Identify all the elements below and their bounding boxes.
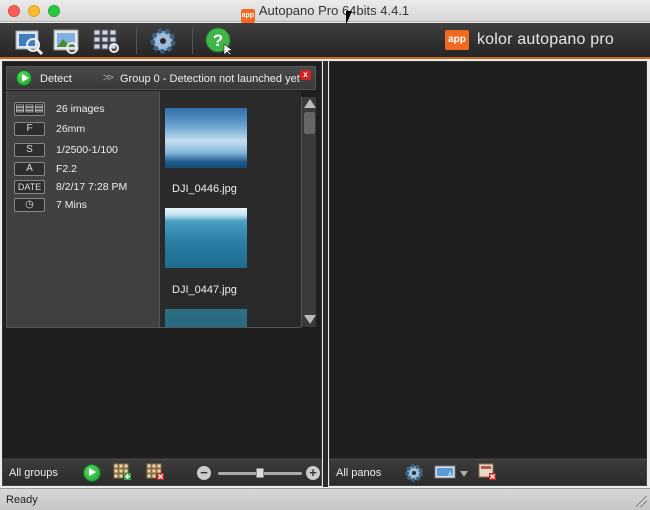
- shutter-value: 1/2500-1/100: [56, 144, 118, 156]
- date-key: DATE: [14, 180, 45, 194]
- thumbnail-image[interactable]: [165, 108, 247, 168]
- date-value: 8/2/17 7:28 PM: [56, 181, 128, 193]
- all-panos-label: All panos: [336, 467, 382, 479]
- settings-gear-icon: [150, 28, 176, 54]
- help-icon: ?: [205, 27, 233, 56]
- status-text: Ready: [6, 494, 38, 506]
- pano-settings-gear-icon[interactable]: [404, 463, 424, 483]
- panel-splitter[interactable]: [323, 61, 328, 487]
- shutter-key: S: [14, 143, 45, 157]
- import-image-icon: [53, 29, 79, 54]
- app-icon: app: [240, 9, 255, 23]
- svg-text:A: A: [448, 472, 452, 478]
- brand-logo: app: [444, 30, 469, 50]
- panos-bottom-bar: All panos A: [329, 459, 647, 486]
- thumbnail-filename: DJI_0446.jpg: [172, 183, 237, 195]
- groups-bottom-bar: All groups − +: [2, 459, 322, 486]
- detection-grid-icon: [93, 29, 119, 53]
- render-pano-icon[interactable]: A: [434, 465, 458, 481]
- title-bar: app Autopano Pro 64bits 4.4.1: [0, 0, 650, 23]
- scroll-thumb[interactable]: [304, 112, 315, 134]
- clock-icon: ◷: [14, 198, 45, 212]
- thumbnail-image[interactable]: [165, 208, 247, 268]
- toolbar-separator: [192, 28, 193, 54]
- window-title: Autopano Pro 64bits 4.4.1: [258, 3, 410, 18]
- import-image-button[interactable]: [52, 26, 82, 56]
- status-bar: Ready: [0, 488, 650, 510]
- info-row-shutter: S 1/2500-1/100: [14, 142, 118, 158]
- all-groups-label: All groups: [9, 467, 58, 479]
- zoom-slider-handle[interactable]: [256, 468, 264, 478]
- zoom-in-button[interactable]: +: [306, 466, 320, 480]
- select-images-icon: [15, 30, 44, 56]
- help-button[interactable]: ?: [204, 26, 234, 56]
- thumbnails-scrollbar[interactable]: [301, 97, 316, 327]
- settings-button[interactable]: [148, 26, 178, 56]
- toolbar-separator: [136, 28, 137, 54]
- select-images-button[interactable]: [14, 26, 44, 56]
- main-toolbar: ? app kolor autopano pro: [0, 23, 650, 59]
- focal-value: 26mm: [56, 123, 86, 135]
- info-row-images: ▤▤▤ 26 images: [14, 101, 104, 117]
- detection-grid-button[interactable]: [92, 26, 122, 56]
- info-row-aperture: A F2.2: [14, 161, 77, 177]
- duration-value: 7 Mins: [56, 199, 87, 211]
- focal-key: F: [14, 122, 45, 136]
- group-title: Group 0 - Detection not launched yet: [120, 73, 300, 85]
- info-row-date: DATE 8/2/17 7:28 PM: [14, 179, 127, 195]
- detect-label[interactable]: Detect: [40, 73, 72, 85]
- info-row-focal: F 26mm: [14, 121, 85, 137]
- images-count: 26 images: [56, 103, 105, 115]
- group-info: ▤▤▤ 26 images F 26mm S 1/2500-1/100 A F2…: [6, 91, 160, 328]
- scroll-down-arrow-icon[interactable]: [304, 315, 316, 324]
- image-thumbnails: DJI_0446.jpg DJI_0447.jpg: [160, 91, 301, 328]
- scroll-up-arrow-icon[interactable]: [304, 99, 316, 108]
- group-header: Detect >> Group 0 - Detection not launch…: [6, 66, 316, 90]
- aperture-value: F2.2: [56, 163, 78, 175]
- zoom-out-button[interactable]: −: [197, 466, 211, 480]
- add-group-icon[interactable]: [113, 463, 131, 481]
- remove-pano-icon[interactable]: [478, 463, 496, 481]
- detect-play-button[interactable]: [16, 70, 32, 86]
- render-dropdown-arrow-icon[interactable]: [460, 471, 468, 477]
- group-close-icon[interactable]: x: [300, 70, 311, 80]
- images-count-icon: ▤▤▤: [14, 102, 45, 116]
- svg-text:?: ?: [213, 31, 223, 50]
- brand: app kolor autopano pro: [444, 30, 614, 50]
- panos-panel: [329, 61, 647, 459]
- thumbnail-image[interactable]: [165, 309, 247, 327]
- expand-arrows-icon[interactable]: >>: [103, 72, 114, 84]
- window-title-area: app Autopano Pro 64bits 4.4.1: [0, 3, 650, 23]
- brand-name: kolor autopano pro: [476, 31, 614, 48]
- resize-grip-icon[interactable]: [636, 496, 647, 507]
- thumbnail-filename: DJI_0447.jpg: [172, 284, 237, 296]
- remove-group-icon[interactable]: [146, 463, 164, 481]
- aperture-key: A: [14, 162, 45, 176]
- info-row-duration: ◷ 7 Mins: [14, 197, 87, 213]
- run-all-groups-button[interactable]: [83, 464, 101, 482]
